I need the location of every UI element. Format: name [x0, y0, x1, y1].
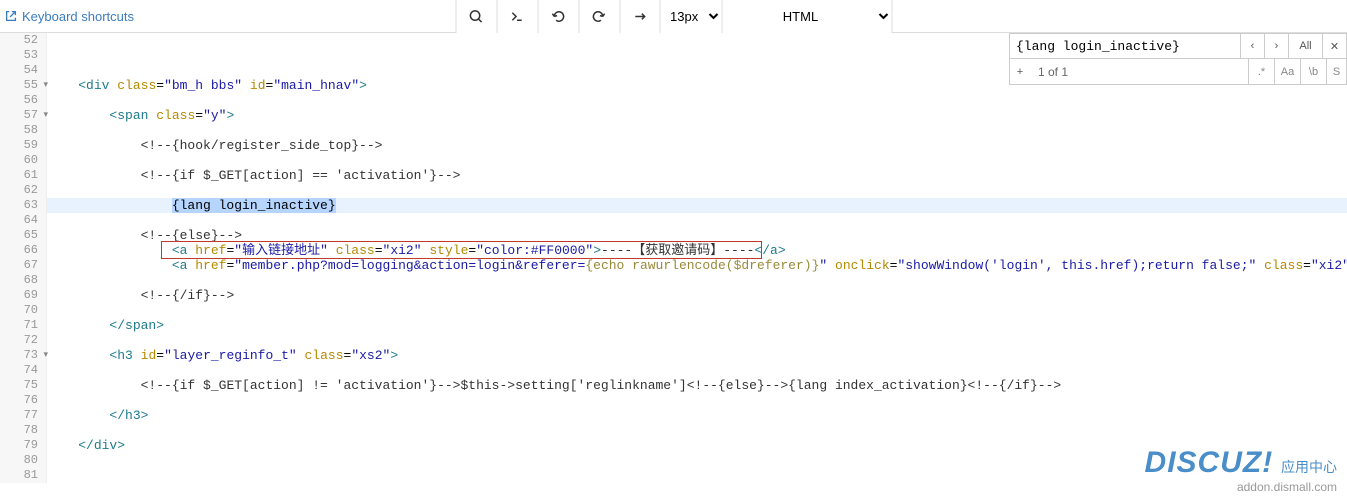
- wrap-button[interactable]: [619, 0, 660, 33]
- code-line[interactable]: [47, 183, 1347, 198]
- code-area[interactable]: <div class="bm_h bbs" id="main_hnav"> <s…: [47, 33, 1347, 483]
- code-line[interactable]: [47, 123, 1347, 138]
- toolbar: Keyboard shortcuts 13px HTML: [0, 0, 1347, 33]
- external-link-icon: [4, 9, 18, 23]
- code-line[interactable]: <span class="y">: [47, 108, 1347, 123]
- code-line[interactable]: <!--{if $_GET[action] != 'activation'}--…: [47, 378, 1347, 393]
- selection-toggle[interactable]: S: [1326, 59, 1346, 84]
- code-line[interactable]: </div>: [47, 438, 1347, 453]
- code-line[interactable]: [47, 153, 1347, 168]
- search-icon: [469, 9, 484, 24]
- keyboard-shortcuts-link[interactable]: Keyboard shortcuts: [4, 9, 134, 24]
- search-prev-button[interactable]: ‹: [1240, 34, 1264, 58]
- terminal-button[interactable]: [496, 0, 537, 33]
- redo-icon: [592, 9, 607, 24]
- code-line[interactable]: <!--{if $_GET[action] == 'activation'}--…: [47, 168, 1347, 183]
- code-line[interactable]: [47, 93, 1347, 108]
- code-line[interactable]: [47, 423, 1347, 438]
- code-line[interactable]: [47, 363, 1347, 378]
- code-line[interactable]: [47, 213, 1347, 228]
- code-line[interactable]: [47, 453, 1347, 468]
- word-toggle[interactable]: \b: [1300, 59, 1326, 84]
- code-line[interactable]: </h3>: [47, 408, 1347, 423]
- search-next-button[interactable]: ›: [1264, 34, 1288, 58]
- search-close-button[interactable]: ✕: [1322, 34, 1346, 58]
- font-size-select[interactable]: 13px: [660, 0, 722, 33]
- case-toggle[interactable]: Aa: [1274, 59, 1300, 84]
- keyboard-shortcuts-label: Keyboard shortcuts: [22, 9, 134, 24]
- replace-toggle-button[interactable]: +: [1010, 59, 1030, 84]
- search-panel: ‹ › All ✕ + 1 of 1 .* Aa \b S: [1009, 33, 1347, 85]
- terminal-icon: [510, 9, 525, 24]
- gutter: 5253545556575859606162636465666768697071…: [0, 33, 47, 483]
- code-line[interactable]: [47, 303, 1347, 318]
- code-line[interactable]: <!--{else}-->: [47, 228, 1347, 243]
- regex-toggle[interactable]: .*: [1248, 59, 1274, 84]
- code-line[interactable]: <a href="member.php?mod=logging&action=l…: [47, 258, 1347, 273]
- code-line[interactable]: [47, 393, 1347, 408]
- search-input[interactable]: [1010, 34, 1240, 58]
- search-count: 1 of 1: [1030, 65, 1248, 79]
- language-select[interactable]: HTML: [722, 0, 892, 33]
- code-line[interactable]: <h3 id="layer_reginfo_t" class="xs2">: [47, 348, 1347, 363]
- redo-button[interactable]: [578, 0, 619, 33]
- code-line[interactable]: [47, 333, 1347, 348]
- code-line[interactable]: [47, 468, 1347, 483]
- code-line[interactable]: </span>: [47, 318, 1347, 333]
- code-line[interactable]: {lang login_inactive}: [47, 198, 1347, 213]
- search-button[interactable]: [455, 0, 496, 33]
- code-line[interactable]: [47, 273, 1347, 288]
- toolbar-center: 13px HTML: [455, 0, 892, 33]
- undo-button[interactable]: [537, 0, 578, 33]
- search-options-row: + 1 of 1 .* Aa \b S: [1009, 59, 1347, 85]
- code-line[interactable]: <!--{hook/register_side_top}-->: [47, 138, 1347, 153]
- code-line[interactable]: <a href="输入链接地址" class="xi2" style="colo…: [47, 243, 1347, 258]
- search-all-button[interactable]: All: [1288, 34, 1322, 58]
- search-row: ‹ › All ✕: [1009, 33, 1347, 59]
- code-line[interactable]: <!--{/if}-->: [47, 288, 1347, 303]
- wrap-icon: [632, 9, 647, 24]
- editor[interactable]: 5253545556575859606162636465666768697071…: [0, 33, 1347, 502]
- undo-icon: [551, 9, 566, 24]
